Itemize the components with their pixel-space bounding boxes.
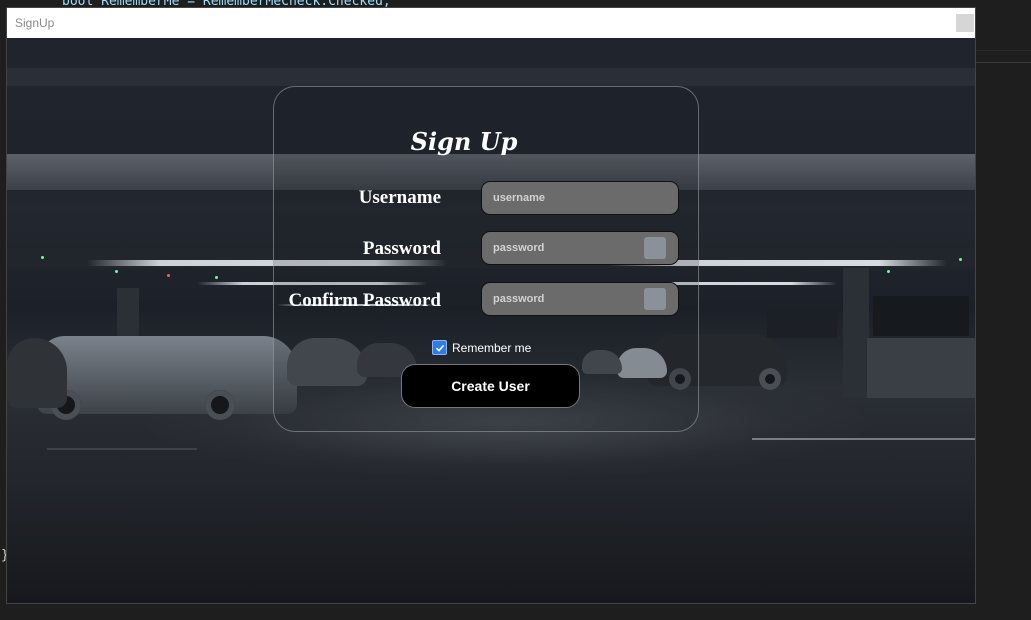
username-label: Username: [358, 187, 441, 208]
wall-window: [873, 296, 969, 336]
remember-me-checkbox[interactable]: [432, 340, 447, 355]
window-title: SignUp: [15, 16, 55, 30]
window-titlebar[interactable]: SignUp: [7, 8, 975, 38]
confirm-password-label: Confirm Password: [288, 290, 441, 311]
indicator-light: [167, 274, 170, 277]
lane-marking: [752, 438, 975, 440]
parked-car: [7, 338, 67, 408]
create-user-button[interactable]: Create User: [401, 364, 580, 408]
show-confirm-password-button[interactable]: [644, 288, 666, 310]
indicator-light: [41, 256, 44, 259]
show-password-button[interactable]: [644, 237, 666, 259]
remember-me-row[interactable]: Remember me: [432, 340, 531, 355]
lane-marking: [47, 448, 197, 450]
indicator-light: [959, 258, 962, 261]
car-wheel: [759, 368, 781, 390]
username-input[interactable]: [481, 181, 679, 215]
remember-me-label: Remember me: [452, 340, 532, 355]
window-control-button[interactable]: [956, 14, 974, 32]
editor-divider: [975, 50, 1031, 51]
check-icon: [435, 344, 444, 352]
ceiling-band: [7, 68, 975, 86]
signup-panel: Sign Up Username Password Confirm Passwo…: [273, 86, 699, 432]
signup-window: SignUp Sign Up Username username Passwor…: [7, 8, 975, 603]
wall-window: [767, 308, 837, 338]
page-title: Sign Up: [410, 127, 518, 156]
indicator-light: [887, 270, 890, 273]
password-label: Password: [362, 238, 441, 259]
wall: [867, 338, 975, 398]
car-wheel: [205, 390, 235, 420]
indicator-light: [215, 276, 218, 279]
indicator-light: [115, 270, 118, 273]
pillar: [843, 268, 869, 398]
editor-divider: [975, 62, 1031, 63]
